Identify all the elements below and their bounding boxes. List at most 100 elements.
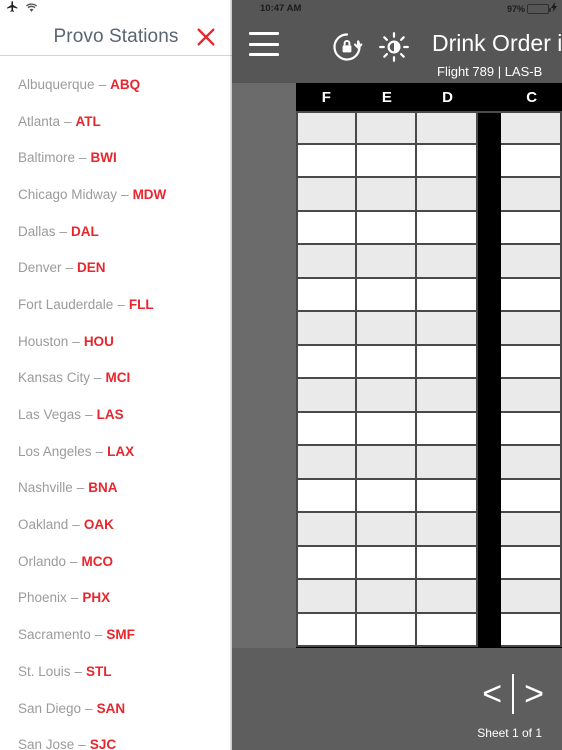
table-body[interactable] [296, 111, 562, 647]
seat-cell[interactable] [356, 412, 418, 446]
list-item[interactable]: Denver – DEN [0, 249, 232, 286]
table-row[interactable] [296, 178, 562, 212]
seat-cell[interactable] [356, 111, 418, 145]
seat-cell[interactable] [417, 278, 478, 312]
list-item[interactable]: San Diego – SAN [0, 690, 232, 727]
table-row[interactable] [296, 479, 562, 513]
seat-cell[interactable] [356, 278, 418, 312]
seat-cell[interactable] [501, 513, 562, 547]
seat-cell[interactable] [356, 312, 418, 346]
seat-cell[interactable] [356, 178, 418, 212]
seat-cell[interactable] [296, 479, 357, 513]
rotation-lock-icon[interactable] [330, 30, 364, 69]
seat-cell[interactable] [501, 613, 562, 647]
seat-map-table[interactable]: FEDC [296, 83, 562, 648]
seat-cell[interactable] [356, 144, 418, 178]
seat-cell[interactable] [356, 479, 418, 513]
seat-cell[interactable] [356, 513, 418, 547]
seat-cell[interactable] [356, 613, 418, 647]
table-row[interactable] [296, 278, 562, 312]
next-sheet-button[interactable]: > [524, 677, 544, 711]
list-item[interactable]: Fort Lauderdale – FLL [0, 286, 232, 323]
seat-cell[interactable] [501, 111, 562, 145]
seat-cell[interactable] [356, 211, 418, 245]
seat-cell[interactable] [501, 479, 562, 513]
list-item[interactable]: Chicago Midway – MDW [0, 176, 232, 213]
seat-cell[interactable] [296, 546, 357, 580]
seat-cell[interactable] [501, 211, 562, 245]
list-item[interactable]: Los Angeles – LAX [0, 433, 232, 470]
list-item[interactable]: Oakland – OAK [0, 506, 232, 543]
seat-cell[interactable] [501, 345, 562, 379]
list-item[interactable]: Orlando – MCO [0, 543, 232, 580]
seat-cell[interactable] [296, 513, 357, 547]
seat-cell[interactable] [501, 580, 562, 614]
seat-cell[interactable] [296, 345, 357, 379]
seat-cell[interactable] [296, 412, 357, 446]
list-item[interactable]: Sacramento – SMF [0, 616, 232, 653]
table-row[interactable] [296, 412, 562, 446]
list-item[interactable]: Houston – HOU [0, 323, 232, 360]
seat-cell[interactable] [417, 245, 478, 279]
seat-cell[interactable] [296, 211, 357, 245]
seat-cell[interactable] [417, 446, 478, 480]
seat-cell[interactable] [417, 379, 478, 413]
seat-cell[interactable] [356, 446, 418, 480]
seat-cell[interactable] [417, 144, 478, 178]
previous-sheet-button[interactable]: < [482, 677, 502, 711]
seat-cell[interactable] [417, 211, 478, 245]
seat-cell[interactable] [296, 111, 357, 145]
list-item[interactable]: Las Vegas – LAS [0, 396, 232, 433]
seat-cell[interactable] [356, 379, 418, 413]
table-row[interactable] [296, 546, 562, 580]
seat-cell[interactable] [296, 613, 357, 647]
seat-cell[interactable] [417, 178, 478, 212]
list-item[interactable]: Phoenix – PHX [0, 580, 232, 617]
seat-cell[interactable] [417, 345, 478, 379]
table-row[interactable] [296, 245, 562, 279]
list-item[interactable]: San Jose – SJC [0, 726, 232, 750]
list-item[interactable]: Baltimore – BWI [0, 139, 232, 176]
seat-cell[interactable] [417, 613, 478, 647]
list-item[interactable]: St. Louis – STL [0, 653, 232, 690]
list-item[interactable]: Nashville – BNA [0, 470, 232, 507]
list-item[interactable]: Kansas City – MCI [0, 360, 232, 397]
list-item[interactable]: Dallas – DAL [0, 213, 232, 250]
seat-cell[interactable] [356, 580, 418, 614]
seat-cell[interactable] [296, 379, 357, 413]
station-list[interactable]: Albuquerque – ABQ Atlanta – ATL Baltimore – BWI C… [0, 56, 232, 750]
seat-cell[interactable] [501, 312, 562, 346]
seat-cell[interactable] [417, 479, 478, 513]
list-item[interactable]: Albuquerque – ABQ [0, 66, 232, 103]
table-row[interactable] [296, 211, 562, 245]
close-icon[interactable] [194, 25, 218, 49]
seat-cell[interactable] [356, 245, 418, 279]
seat-cell[interactable] [296, 178, 357, 212]
seat-cell[interactable] [296, 580, 357, 614]
seat-cell[interactable] [501, 245, 562, 279]
table-row[interactable] [296, 379, 562, 413]
seat-cell[interactable] [501, 546, 562, 580]
table-row[interactable] [296, 513, 562, 547]
table-row[interactable] [296, 312, 562, 346]
hamburger-menu-icon[interactable] [249, 32, 279, 56]
table-row[interactable] [296, 144, 562, 178]
list-item[interactable]: Atlanta – ATL [0, 103, 232, 140]
seat-cell[interactable] [501, 446, 562, 480]
table-row[interactable] [296, 446, 562, 480]
seat-cell[interactable] [501, 178, 562, 212]
seat-cell[interactable] [501, 412, 562, 446]
table-row[interactable] [296, 580, 562, 614]
seat-cell[interactable] [417, 580, 478, 614]
seat-cell[interactable] [417, 513, 478, 547]
table-row[interactable] [296, 613, 562, 647]
seat-cell[interactable] [417, 546, 478, 580]
seat-cell[interactable] [417, 312, 478, 346]
seat-cell[interactable] [356, 345, 418, 379]
seat-cell[interactable] [501, 144, 562, 178]
seat-cell[interactable] [501, 278, 562, 312]
seat-cell[interactable] [501, 379, 562, 413]
table-row[interactable] [296, 345, 562, 379]
brightness-sun-icon[interactable] [377, 30, 411, 69]
seat-cell[interactable] [417, 111, 478, 145]
